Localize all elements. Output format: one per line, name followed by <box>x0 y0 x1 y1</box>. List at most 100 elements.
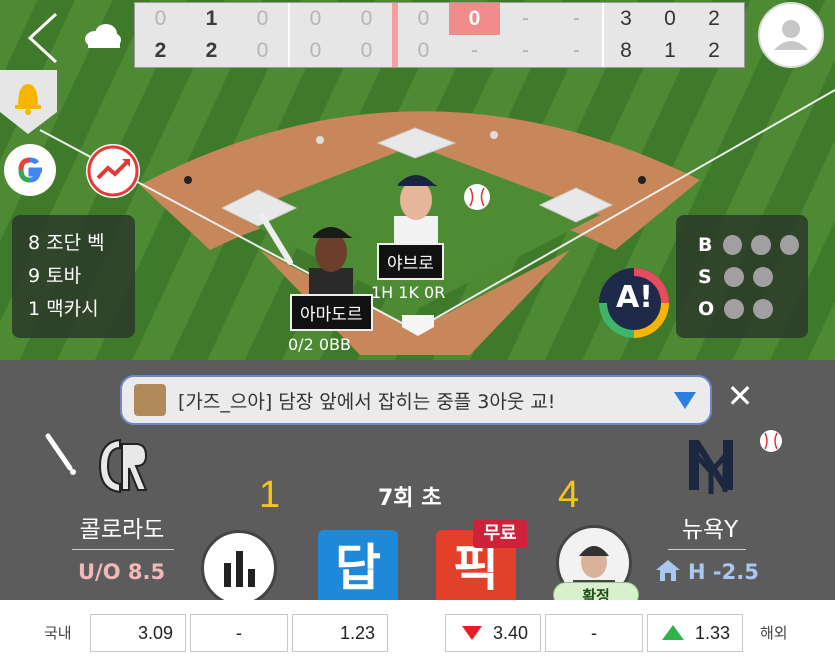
google-icon <box>18 157 42 183</box>
outs-label: O <box>698 298 715 320</box>
stats-button[interactable] <box>201 530 277 606</box>
team-divider <box>668 549 746 550</box>
inning-score: - <box>573 7 580 30</box>
inning-score: 0 <box>256 7 269 30</box>
scoreboard-home-row: 2 2 0 0 0 0 - - - 8 1 2 <box>135 35 744 67</box>
hits-total: 1 <box>664 39 676 62</box>
inning-score: 0 <box>309 7 322 30</box>
google-button[interactable] <box>4 144 56 196</box>
user-icon <box>774 20 808 50</box>
scoreboard: 0 1 0 0 0 0 0 - - 3 0 2 2 2 0 0 0 0 - - … <box>134 2 745 68</box>
runs-total: 3 <box>620 7 632 30</box>
inning-score: 0 <box>154 7 167 30</box>
home-icon <box>656 560 680 581</box>
bso-count: B S O <box>676 215 808 338</box>
overseas-label: 해외 <box>760 624 788 642</box>
over-under-odds[interactable]: U/O 8.5 <box>78 560 165 584</box>
bar-chart-icon <box>224 551 255 587</box>
pitcher-name[interactable]: 야브로 <box>377 243 444 280</box>
home-score: 4 <box>558 474 580 516</box>
batter-name[interactable]: 아마도르 <box>290 294 373 331</box>
inning-score: 0 <box>417 39 430 62</box>
strike-dot <box>753 267 773 287</box>
overseas-odds-draw[interactable]: - <box>545 614 643 652</box>
game-panel: [가즈_으아] 담장 앞에서 잡히는 중플 3아웃 교! ✕ 콜로라도 U/O … <box>0 360 835 608</box>
away-team-name: 콜로라도 <box>79 517 165 543</box>
inning-score: - <box>471 39 478 62</box>
inning-score: 0 <box>309 39 322 62</box>
away-team-logo[interactable] <box>96 434 150 496</box>
home-team-logo[interactable] <box>683 432 739 496</box>
handicap-odds[interactable]: H -2.5 <box>688 560 759 584</box>
odds-down-icon <box>462 626 482 640</box>
scoreboard-away-row: 0 1 0 0 0 0 0 - - 3 0 2 <box>135 3 744 35</box>
strike-dot <box>724 267 744 287</box>
lineup-item: 8 조단 벡 <box>28 232 105 254</box>
close-button[interactable]: ✕ <box>722 378 758 414</box>
trend-up-icon <box>87 145 139 197</box>
inning-score: 0 <box>360 7 373 30</box>
free-badge: 무료 <box>473 520 527 548</box>
ball-dot <box>751 235 771 255</box>
home-team-name: 뉴욕Y <box>681 517 739 543</box>
domestic-odds-draw[interactable]: - <box>190 614 288 652</box>
batting-lineup: 8 조단 벡 9 토바 1 맥카시 <box>12 215 135 338</box>
game-screen: 0 1 0 0 0 0 0 - - 3 0 2 2 2 0 0 0 0 - - … <box>0 0 835 666</box>
lineup-item: 9 토바 <box>28 265 82 287</box>
back-button[interactable] <box>22 10 62 66</box>
inning-score-current: 0 <box>449 3 500 35</box>
domestic-label: 국내 <box>44 624 72 642</box>
team-divider <box>72 549 174 550</box>
chevron-left-icon <box>27 12 58 64</box>
errors-total: 2 <box>708 7 720 30</box>
inning-score: - <box>573 39 580 62</box>
ball-dot <box>723 235 743 255</box>
inning-score: 0 <box>360 39 373 62</box>
ai-badge-label: A! <box>616 280 653 315</box>
hits-total: 0 <box>664 7 676 30</box>
yankees-logo-icon <box>689 440 733 494</box>
domestic-odds-away[interactable]: 3.09 <box>90 614 186 652</box>
trend-button[interactable] <box>86 144 140 198</box>
inning-score: 2 <box>205 39 218 62</box>
runs-total: 8 <box>620 39 632 62</box>
out-dot <box>724 299 744 319</box>
pitcher-portrait <box>394 175 438 244</box>
batter-stat: 0/2 0BB <box>288 335 351 354</box>
weather-cloud-icon <box>82 22 122 52</box>
baseball-icon <box>760 430 782 452</box>
chat-avatar <box>134 384 166 416</box>
bell-icon <box>0 70 57 134</box>
errors-total: 2 <box>708 39 720 62</box>
inning-score: 0 <box>256 39 269 62</box>
odds-row: 국내 3.09 - 1.23 3.40 - 1.33 해외 <box>0 600 835 666</box>
odds-up-icon <box>662 625 684 640</box>
inning-score: 0 <box>417 7 430 30</box>
overseas-odds-away[interactable]: 3.40 <box>445 614 541 652</box>
chat-message: [가즈_으아] 담장 앞에서 잡히는 중플 3아웃 교! <box>178 390 556 413</box>
batter-portrait <box>309 227 353 294</box>
profile-button[interactable] <box>758 2 824 68</box>
ai-analysis-button[interactable]: A! <box>597 266 672 341</box>
pitcher-stat: 1H 1K 0R <box>371 283 446 302</box>
answer-button[interactable]: 답 <box>318 530 398 606</box>
out-dot <box>753 299 773 319</box>
inning-score: 1 <box>205 7 218 30</box>
chat-banner[interactable]: [가즈_으아] 담장 앞에서 잡히는 중플 3아웃 교! <box>120 375 712 425</box>
ball-dot <box>779 235 799 255</box>
balls-label: B <box>698 234 713 256</box>
strikes-label: S <box>698 266 712 288</box>
rockies-logo-icon <box>98 438 148 494</box>
domestic-odds-home[interactable]: 1.23 <box>292 614 388 652</box>
chevron-down-icon[interactable] <box>674 391 696 409</box>
inning-score: 2 <box>154 39 167 62</box>
lineup-item: 1 맥카시 <box>28 298 99 320</box>
inning-score: - <box>522 39 529 62</box>
inning-score: - <box>522 7 529 30</box>
baseball-field: 0 1 0 0 0 0 0 - - 3 0 2 2 2 0 0 0 0 - - … <box>0 0 835 360</box>
away-score: 1 <box>259 474 281 516</box>
baseball-icon <box>464 184 490 210</box>
alarm-button[interactable] <box>0 70 57 134</box>
bat-icon <box>45 433 76 475</box>
inning-label: 7회 초 <box>378 486 442 511</box>
